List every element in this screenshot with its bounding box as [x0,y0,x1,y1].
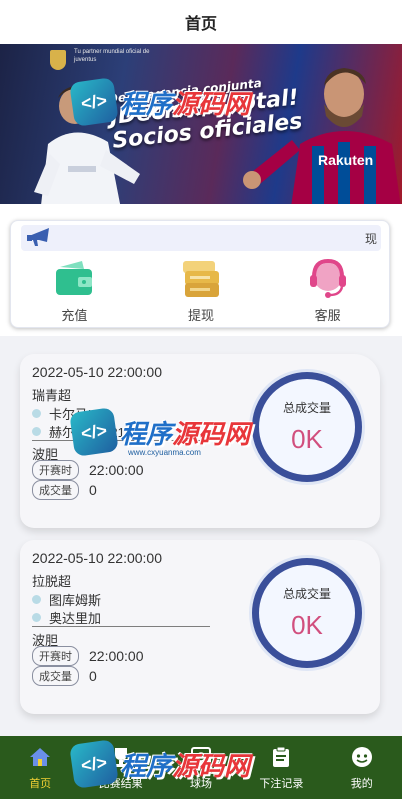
total-volume-ring: 总成交量 0K [252,372,362,482]
recharge-label: 充值 [61,308,88,323]
match-league: 瑞青超 [32,388,72,403]
away-team-name: 奥达里加 [49,611,102,626]
volume-value: 0 [89,482,97,498]
home-team-name: 卡尔马U21 [49,407,112,422]
total-volume-label: 总成交量 [282,587,331,601]
away-team: 奥达里加 [32,608,101,627]
volume-tag: 成交量 [32,480,79,500]
tab-label: 球场 [189,777,212,790]
start-time-row: 开赛时 22:00:00 [32,460,144,480]
total-volume-value: 0K [291,610,323,640]
away-team: 赫尔辛堡U21 [32,422,125,441]
total-volume-value: 0K [291,424,323,454]
trophy-icon [109,745,133,769]
bottom-tab-bar: 首页 比赛结果 球场 下注记录 我的 [0,736,402,799]
clipboard-icon [269,745,293,769]
notice-text: 现 [364,231,377,246]
tab-home[interactable]: 首页 [0,736,80,799]
match-datetime: 2022-05-10 22:00:00 [32,550,162,566]
quick-actions-panel: 现 充值 提现 客服 [10,220,390,328]
tab-field[interactable]: 球场 [161,736,241,799]
start-time-row: 开赛时 22:00:00 [32,646,144,666]
tab-label: 我的 [350,777,373,790]
match-card[interactable]: 2022-05-10 22:00:00 拉脱超 图库姆斯 奥达里加 波胆 开赛时… [20,540,380,714]
divider [32,440,210,441]
page-title: 首页 [0,0,402,44]
user-face-icon [350,745,374,769]
headset-icon [308,259,348,299]
tab-bet-records[interactable]: 下注记录 [241,736,321,799]
club-crest-icon [50,50,66,70]
home-team: 图库姆斯 [32,590,101,609]
tab-label: 比赛结果 [98,777,143,790]
megaphone-icon [27,228,49,246]
start-time-tag: 开赛时 [32,460,79,480]
tab-label: 首页 [29,777,52,790]
team-dot-icon [32,427,41,436]
match-datetime: 2022-05-10 22:00:00 [32,364,162,380]
away-team-name: 赫尔辛堡U21 [49,425,125,440]
volume-tag: 成交量 [32,666,79,686]
match-card[interactable]: 2022-05-10 22:00:00 瑞青超 卡尔马U21 赫尔辛堡U21 波… [20,354,380,528]
notice-bar[interactable]: 现 [21,225,381,251]
banner-subtext: Tu partner mundial oficial de juventus [74,49,150,63]
withdraw-button[interactable]: 提现 [156,259,246,324]
start-time-value: 22:00:00 [89,648,144,664]
volume-row: 成交量 0 [32,480,97,500]
field-icon [189,745,213,769]
recharge-button[interactable]: 充值 [29,259,119,324]
team-dot-icon [32,595,41,604]
customer-service-label: 客服 [314,308,341,323]
cards-icon [181,259,221,299]
team-dot-icon [32,409,41,418]
withdraw-label: 提现 [187,308,214,323]
start-time-value: 22:00:00 [89,462,144,478]
sponsor-label: Rakuten [318,152,374,168]
match-league: 拉脱超 [32,574,72,589]
home-team: 卡尔马U21 [32,404,112,423]
player-right-image [243,68,401,204]
tab-label: 下注记录 [259,777,304,790]
total-volume-ring: 总成交量 0K [252,558,362,668]
customer-service-button[interactable]: 客服 [283,259,373,324]
home-icon [28,745,52,769]
start-time-tag: 开赛时 [32,646,79,666]
wallet-icon [54,259,94,299]
volume-value: 0 [89,668,97,684]
action-row: 充值 提现 客服 [11,259,391,324]
divider [32,626,210,627]
total-volume-label: 总成交量 [282,401,331,415]
volume-row: 成交量 0 [32,666,97,686]
tab-results[interactable]: 比赛结果 [81,736,161,799]
home-team-name: 图库姆斯 [49,593,102,608]
tab-me[interactable]: 我的 [322,736,402,799]
team-dot-icon [32,613,41,622]
promo-banner[interactable]: Tu partner mundial oficial de juventus D… [0,44,402,204]
